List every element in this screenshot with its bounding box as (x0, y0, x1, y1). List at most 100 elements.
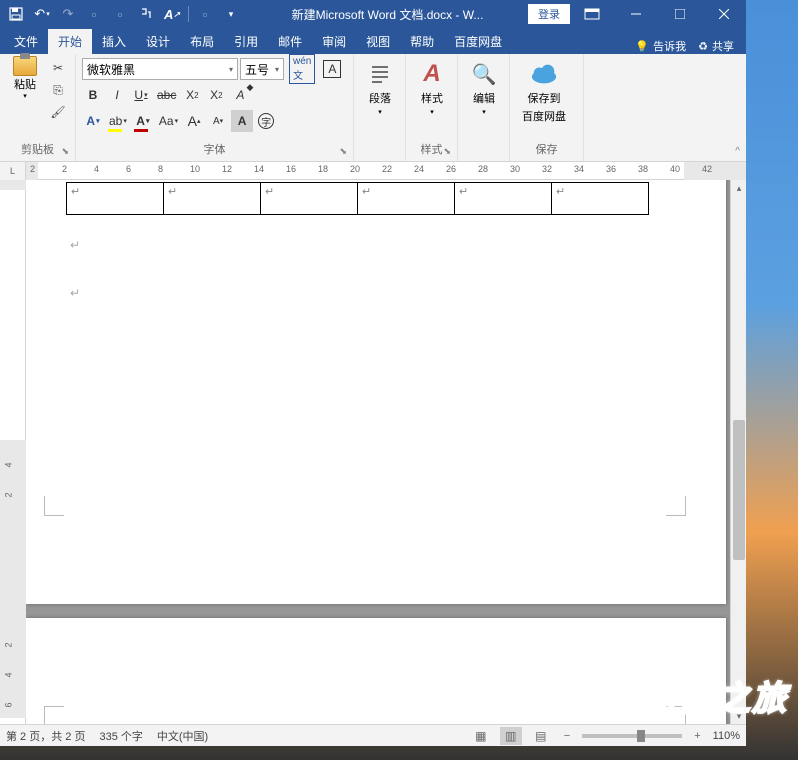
font-color-button[interactable]: A▾ (132, 110, 154, 132)
tab-layout[interactable]: 布局 (180, 29, 224, 54)
tab-insert[interactable]: 插入 (92, 29, 136, 54)
save-baidu-button[interactable]: 保存到 百度网盘 (514, 56, 574, 128)
font-name-combo[interactable]: 微软雅黑▾ (82, 58, 238, 80)
vertical-scrollbar[interactable]: ▴ ▾ (730, 180, 746, 724)
grow-font-button[interactable]: A▴ (183, 110, 205, 132)
table-cell[interactable]: ↵ (261, 183, 358, 215)
strikethrough-button[interactable]: abc (154, 84, 179, 106)
highlight-button[interactable]: ab▾ (106, 110, 130, 132)
ruler-horizontal[interactable]: L 22468101214161820222426283032343638404… (0, 162, 746, 180)
phonetic-guide-button[interactable]: wén文 (286, 58, 318, 80)
table-cell[interactable]: ↵ (358, 183, 455, 215)
copy-icon[interactable]: ⎘ (48, 80, 68, 100)
zoom-in-button[interactable]: + (690, 730, 704, 742)
word-count[interactable]: 335 个字 (99, 728, 142, 744)
char-shading-button[interactable]: A (231, 110, 253, 132)
login-button[interactable]: 登录 (528, 4, 570, 24)
web-layout-icon[interactable]: ▤ (530, 727, 552, 745)
scroll-up-icon[interactable]: ▴ (731, 180, 746, 196)
shrink-font-button[interactable]: A▾ (207, 110, 229, 132)
clear-format-icon[interactable]: A◆ (229, 84, 251, 106)
font-launcher-icon[interactable]: ⬊ (339, 146, 347, 157)
zoom-slider[interactable] (582, 734, 682, 738)
margin-corner (44, 496, 64, 516)
styles-button[interactable]: A 样式 ▾ (410, 56, 454, 120)
group-save-baidu: 保存到 百度网盘 保存 (510, 54, 584, 161)
window-controls: 登录 (528, 0, 746, 28)
share-icon: ♻ (698, 40, 708, 53)
change-case-button[interactable]: Aa▾ (156, 110, 181, 132)
tab-references[interactable]: 引用 (224, 29, 268, 54)
underline-button[interactable]: U▾ (130, 84, 152, 106)
styles-launcher-icon[interactable]: ⬊ (443, 146, 451, 157)
qat-btn-5[interactable]: ▫ (108, 2, 132, 26)
char-border-button[interactable]: A (320, 58, 344, 80)
ribbon-display-icon[interactable] (578, 2, 606, 26)
cut-icon[interactable]: ✂ (48, 58, 68, 78)
page-1[interactable]: ↵ ↵ ↵ ↵ ↵ ↵ ↵ ↵ (26, 180, 726, 604)
page-indicator[interactable]: 第 2 页，共 2 页 (6, 728, 85, 744)
text-effects-button[interactable]: A▾ (82, 110, 104, 132)
document-pages[interactable]: ↵ ↵ ↵ ↵ ↵ ↵ ↵ ↵ ↵ (26, 180, 730, 724)
tab-home[interactable]: 开始 (48, 29, 92, 54)
tab-baidu[interactable]: 百度网盘 (444, 29, 512, 54)
enclose-char-button[interactable]: 字 (255, 110, 277, 132)
superscript-button[interactable]: X2 (205, 84, 227, 106)
word-window: ↶▾ ↷ ▫ ▫ A↗ ▫ ▾ 新建Microsoft Word 文档.docx… (0, 0, 746, 746)
table-row[interactable]: ↵ ↵ ↵ ↵ ↵ ↵ (67, 183, 649, 215)
table-cell[interactable]: ↵ (67, 183, 164, 215)
ruler-corner[interactable]: L (0, 162, 26, 180)
tab-mail[interactable]: 邮件 (268, 29, 312, 54)
group-clipboard: 粘贴 ▾ ✂ ⎘ 🖌 剪贴板⬊ (0, 54, 76, 161)
page-2[interactable]: ↵ (26, 618, 726, 724)
scroll-thumb[interactable] (733, 420, 745, 560)
margin-corner (44, 706, 64, 724)
clipboard-launcher-icon[interactable]: ⬊ (61, 146, 69, 157)
tell-me-button[interactable]: 💡告诉我 (635, 38, 686, 54)
paragraph-group-label (358, 155, 401, 159)
subscript-button[interactable]: X2 (181, 84, 203, 106)
bold-button[interactable]: B (82, 84, 104, 106)
touch-mode-icon[interactable] (134, 2, 158, 26)
zoom-out-button[interactable]: − (560, 730, 574, 742)
maximize-button[interactable] (658, 0, 702, 28)
format-painter-icon[interactable]: 🖌 (48, 102, 68, 122)
qat-btn-8[interactable]: ▫ (193, 2, 217, 26)
tab-file[interactable]: 文件 (4, 29, 48, 54)
paste-button[interactable]: 粘贴 ▾ (6, 56, 44, 100)
paragraph-mark: ↵ (70, 286, 80, 300)
paragraph-icon (366, 60, 394, 88)
print-layout-icon[interactable]: ▥ (500, 727, 522, 745)
close-button[interactable] (702, 0, 746, 28)
zoom-level[interactable]: 110% (713, 730, 740, 742)
tab-review[interactable]: 审阅 (312, 29, 356, 54)
styles-label: 样式⬊ (410, 139, 453, 159)
redo-icon[interactable]: ↷ (56, 2, 80, 26)
read-mode-icon[interactable]: ▦ (470, 727, 492, 745)
editing-button[interactable]: 🔍 编辑 ▾ (462, 56, 506, 120)
tab-help[interactable]: 帮助 (400, 29, 444, 54)
font-size-combo[interactable]: 五号▾ (240, 58, 284, 80)
collapse-ribbon-icon[interactable]: ^ (735, 146, 740, 157)
paragraph-mark: ↵ (70, 238, 80, 252)
document-table[interactable]: ↵ ↵ ↵ ↵ ↵ ↵ (66, 182, 649, 215)
table-cell[interactable]: ↵ (455, 183, 552, 215)
minimize-button[interactable] (614, 0, 658, 28)
tab-view[interactable]: 视图 (356, 29, 400, 54)
tab-design[interactable]: 设计 (136, 29, 180, 54)
paragraph-button[interactable]: 段落 ▾ (358, 56, 402, 120)
document-title: 新建Microsoft Word 文档.docx - W... (247, 6, 528, 23)
qat-customize-icon[interactable]: ▾ (219, 2, 243, 26)
ruler-vertical[interactable]: 42246 (0, 180, 26, 724)
qat-btn-7[interactable]: A↗ (160, 2, 184, 26)
undo-icon[interactable]: ↶▾ (30, 2, 54, 26)
table-cell[interactable]: ↵ (164, 183, 261, 215)
italic-button[interactable]: I (106, 84, 128, 106)
share-button[interactable]: ♻共享 (698, 38, 734, 54)
save-icon[interactable] (4, 2, 28, 26)
qat-btn-4[interactable]: ▫ (82, 2, 106, 26)
table-cell[interactable]: ↵ (552, 183, 649, 215)
group-editing: 🔍 编辑 ▾ (458, 54, 510, 161)
editing-label (462, 155, 505, 159)
language-indicator[interactable]: 中文(中国) (157, 728, 208, 744)
